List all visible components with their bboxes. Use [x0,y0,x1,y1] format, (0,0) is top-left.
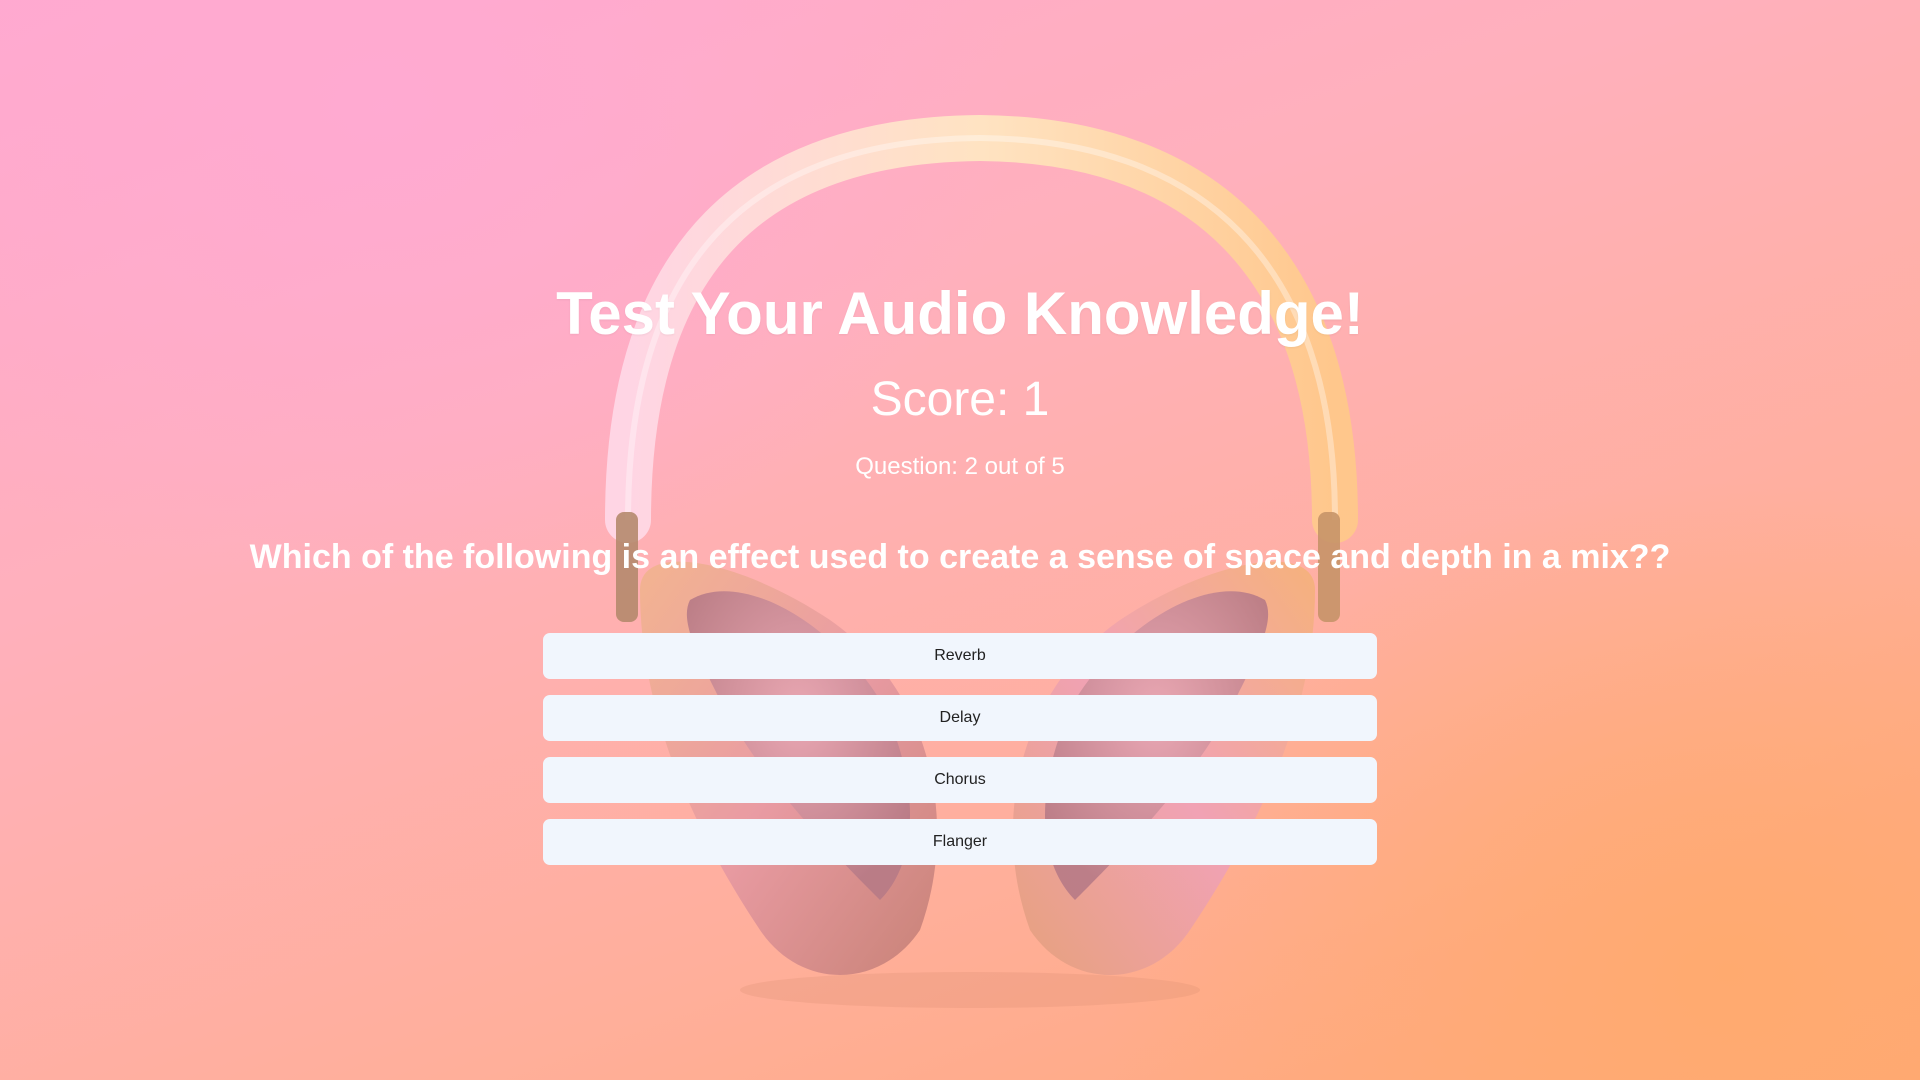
question-progress: Question: 2 out of 5 [855,453,1065,480]
answer-list: Reverb Delay Chorus Flanger [543,633,1377,881]
answer-button-chorus[interactable]: Chorus [543,757,1377,803]
score-text: Score: 1 [870,373,1050,426]
answer-button-delay[interactable]: Delay [543,695,1377,741]
quiz-container: Test Your Audio Knowledge! Score: 1 Ques… [0,0,1920,1080]
answer-button-reverb[interactable]: Reverb [543,633,1377,679]
quiz-title: Test Your Audio Knowledge! [556,280,1364,347]
question-text: Which of the following is an effect used… [249,538,1671,576]
answer-button-flanger[interactable]: Flanger [543,819,1377,865]
